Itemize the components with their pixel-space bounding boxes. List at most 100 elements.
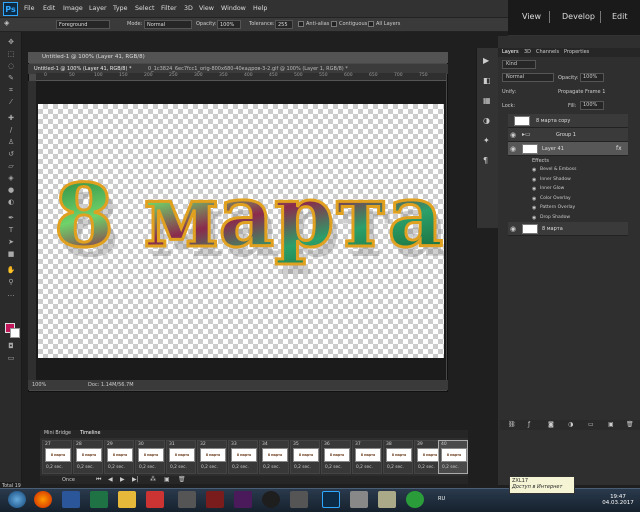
mode-select[interactable]: Normal	[144, 20, 192, 29]
trash-icon[interactable]: 🗑	[626, 421, 634, 428]
type-tool-icon[interactable]: T	[6, 226, 16, 234]
duplicate-frame-icon[interactable]: ▣	[164, 476, 170, 483]
frame-delay[interactable]: 0,2 sec.	[325, 465, 342, 470]
layer-row-selected[interactable]: ◉ Layer 41 fx	[508, 142, 628, 156]
frame-delay[interactable]: 0,2 sec.	[46, 465, 63, 470]
paragraph-icon[interactable]: ¶	[483, 156, 488, 165]
eye-icon[interactable]: ◉	[510, 145, 516, 153]
play-icon[interactable]: ▶	[120, 476, 125, 483]
eye-icon[interactable]: ◉	[532, 177, 536, 183]
timeline-frame[interactable]: 34 8 марта 0,2 sec.	[259, 440, 289, 474]
brush-tool-icon[interactable]: /	[6, 126, 16, 134]
timeline-frame[interactable]: 35 8 марта 0,2 sec.	[290, 440, 320, 474]
timeline-frame[interactable]: 33 8 марта 0,2 sec.	[228, 440, 258, 474]
healing-brush-icon[interactable]: ✚	[6, 114, 16, 122]
history-icon[interactable]: ▶	[483, 56, 489, 65]
zoom-tool-icon[interactable]: ⚲	[6, 278, 16, 286]
prev-frame-icon[interactable]: ◀	[108, 476, 113, 483]
start-button-icon[interactable]	[8, 491, 26, 508]
layer-row[interactable]: ◉ 8 марта	[508, 222, 628, 236]
menu-layer[interactable]: Layer	[89, 5, 107, 12]
zoom-level[interactable]: 100%	[32, 382, 46, 388]
word-icon[interactable]	[62, 491, 80, 508]
screen-mode-icon[interactable]: ▭	[6, 354, 16, 362]
timeline-frame[interactable]: 32 8 марта 0,2 sec.	[197, 440, 227, 474]
anti-alias-checkbox[interactable]	[298, 21, 304, 27]
timeline-frame[interactable]: 29 8 марта 0,2 sec.	[104, 440, 134, 474]
effect-item[interactable]: Pattern Overlay	[540, 205, 575, 210]
frame-delay[interactable]: 0,2 sec.	[263, 465, 280, 470]
next-frame-icon[interactable]: ▶|	[132, 476, 139, 483]
tab-channels[interactable]: Channels	[536, 49, 559, 55]
app-icon[interactable]	[178, 491, 196, 508]
effect-item[interactable]: Drop Shadow	[540, 215, 570, 220]
timeline-frame[interactable]: 31 8 марта 0,2 sec.	[166, 440, 196, 474]
trash-icon[interactable]: 🗑	[178, 476, 186, 483]
menu-edit[interactable]: Edit	[43, 5, 55, 12]
photoshop-taskbar-icon[interactable]	[322, 491, 340, 508]
kind-filter[interactable]: Kind	[502, 60, 536, 69]
tab-3d[interactable]: 3D	[524, 49, 531, 55]
first-frame-icon[interactable]: ⏮	[96, 476, 101, 484]
hand-tool-icon[interactable]: ✋	[6, 266, 16, 274]
eye-icon[interactable]: ◉	[510, 131, 516, 139]
layer-group-row[interactable]: ◉ ▸▭ Group 1	[508, 128, 628, 142]
eraser-icon[interactable]: ▱	[6, 162, 16, 170]
frame-delay[interactable]: 0,2 sec.	[418, 465, 435, 470]
layer-row[interactable]: 8 марта copy	[508, 114, 628, 128]
document-title[interactable]: Untitled-1 @ 100% (Layer 41, RGB/8)	[28, 52, 448, 63]
timeline-frame[interactable]: 30 8 марта 0,2 sec.	[135, 440, 165, 474]
eyedropper-icon[interactable]: ⁄	[6, 98, 16, 106]
firefox-icon[interactable]	[34, 491, 52, 508]
flash-icon[interactable]	[206, 491, 224, 508]
eye-icon[interactable]: ◉	[532, 215, 536, 221]
folder-icon[interactable]	[118, 491, 136, 508]
eye-icon[interactable]: ◉	[532, 167, 536, 173]
canvas[interactable]: 8 марта 8 марта	[38, 104, 449, 358]
menu-file[interactable]: File	[24, 5, 35, 12]
eye-icon[interactable]: ◉	[510, 225, 516, 233]
fill-source-select[interactable]: Foreground	[56, 20, 110, 29]
tab-layers[interactable]: Layers	[502, 49, 519, 55]
lasso-tool-icon[interactable]: ◌	[6, 62, 16, 70]
blur-tool-icon[interactable]: ●	[6, 186, 16, 194]
tween-icon[interactable]: ⁂	[150, 476, 156, 483]
app-icon[interactable]	[406, 491, 424, 508]
dodge-tool-icon[interactable]: ◐	[6, 198, 16, 206]
color-icon[interactable]: ◧	[483, 76, 491, 85]
effect-item[interactable]: Inner Shadow	[540, 177, 571, 182]
tab-mini-bridge[interactable]: Mini Bridge	[44, 431, 71, 436]
crop-tool-icon[interactable]: ⌗	[6, 86, 16, 94]
frame-delay[interactable]: 0,2 sec.	[356, 465, 373, 470]
fx-icon[interactable]: fx	[616, 145, 622, 152]
adjustment-icon[interactable]: ◑	[568, 421, 573, 428]
language-indicator[interactable]: RU	[438, 496, 445, 502]
effect-item[interactable]: Color Overlay	[540, 196, 571, 201]
link-icon[interactable]: ⛓	[508, 421, 516, 428]
excel-icon[interactable]	[90, 491, 108, 508]
blend-mode-select[interactable]: Normal	[502, 73, 554, 82]
quick-select-icon[interactable]: ✎	[6, 74, 16, 82]
menu-image[interactable]: Image	[63, 5, 83, 12]
timeline-frame[interactable]: 28 8 марта 0,2 sec.	[73, 440, 103, 474]
styles-icon[interactable]: ✦	[483, 136, 490, 145]
history-brush-icon[interactable]: ↺	[6, 150, 16, 158]
tab-gif-document[interactable]: 0_1c3824_6ec7fcc1_orig-800x680-40кадров-…	[148, 66, 348, 72]
adjustments-icon[interactable]: ◑	[483, 116, 490, 125]
contiguous-checkbox[interactable]	[331, 21, 337, 27]
menu-filter[interactable]: Filter	[161, 5, 177, 12]
timeline-frame[interactable]: 37 8 марта 0,2 sec.	[352, 440, 382, 474]
frame-delay[interactable]: 0,2 sec.	[77, 465, 94, 470]
eye-icon[interactable]: ◉	[532, 196, 536, 202]
menu-view[interactable]: View	[199, 5, 214, 12]
menu-help[interactable]: Help	[253, 5, 267, 12]
menu-3d[interactable]: 3D	[184, 5, 193, 12]
frame-delay[interactable]: 0,2 sec.	[170, 465, 187, 470]
frame-delay[interactable]: 0,2 sec.	[387, 465, 404, 470]
premiere-icon[interactable]	[234, 491, 252, 508]
paint-bucket-icon[interactable]: ◈	[4, 19, 9, 27]
frame-delay[interactable]: 0,2 sec.	[139, 465, 156, 470]
menu-window[interactable]: Window	[221, 5, 246, 12]
move-tool-icon[interactable]: ✥	[6, 38, 16, 46]
lr-view-tab[interactable]: View	[522, 12, 541, 21]
